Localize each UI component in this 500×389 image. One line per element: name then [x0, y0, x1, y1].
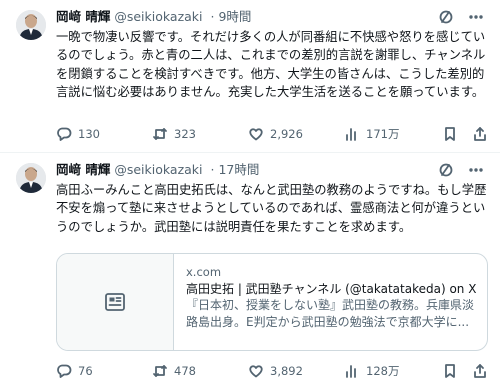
retweet-count: 323	[174, 127, 196, 141]
views-button[interactable]: 171万	[344, 126, 440, 142]
retweet-button[interactable]: 478	[152, 363, 248, 379]
avatar[interactable]	[16, 163, 46, 193]
article-icon	[105, 293, 125, 311]
more-icon[interactable]	[468, 162, 484, 178]
like-button[interactable]: 3,892	[248, 363, 344, 379]
retweet-icon	[153, 365, 167, 377]
reply-icon	[57, 127, 72, 141]
card-domain: x.com	[186, 265, 222, 279]
more-icon[interactable]	[468, 9, 484, 25]
tweet-actions: 76 478 3,892 128万	[56, 361, 488, 381]
views-icon	[346, 365, 356, 378]
timestamp[interactable]: · 9時間	[211, 9, 252, 24]
author-handle[interactable]: @seikiokazaki	[114, 9, 202, 24]
share-icon[interactable]	[472, 126, 488, 142]
card-title: 高田史拓 | 武田塾チャンネル (@takatatakeda) on X	[186, 281, 477, 296]
like-count: 2,926	[270, 127, 303, 141]
views-button[interactable]: 128万	[344, 363, 440, 379]
share-icon[interactable]	[472, 363, 488, 379]
link-card[interactable]: x.com 高田史拓 | 武田塾チャンネル (@takatatakeda) on…	[56, 253, 488, 351]
like-count: 3,892	[270, 364, 303, 378]
retweet-count: 478	[174, 364, 196, 378]
author-name[interactable]: 岡﨑 晴輝	[56, 9, 110, 24]
heart-icon	[249, 128, 263, 141]
timestamp[interactable]: · 17時間	[211, 162, 260, 177]
grok-icon[interactable]	[438, 162, 454, 178]
tweet-actions: 130 323 2,926 171万	[56, 124, 488, 144]
author-name[interactable]: 岡﨑 晴輝	[56, 162, 110, 177]
like-button[interactable]: 2,926	[248, 126, 344, 142]
grok-icon[interactable]	[438, 9, 454, 25]
author-handle[interactable]: @seikiokazaki	[114, 162, 202, 177]
retweet-button[interactable]: 323	[152, 126, 248, 142]
tweet-1[interactable]: 岡﨑 晴輝 @seikiokazaki · 9時間 一晩で物凄い反響です。それだけ…	[0, 0, 500, 152]
tweet-text: 高田ふーみんこと高田史拓氏は、なんと武田塾の教務のようですね。もし学歴不安を煽っ…	[56, 183, 487, 234]
reply-button[interactable]: 130	[56, 126, 152, 142]
reply-count: 76	[78, 364, 93, 378]
view-count: 128万	[366, 364, 400, 378]
heart-icon	[249, 365, 263, 378]
reply-count: 130	[78, 127, 100, 141]
retweet-icon	[153, 128, 167, 140]
reply-icon	[57, 364, 72, 378]
card-description: 『日本初、授業をしない塾』武田塾の教務。兵庫県淡路島出身。E判定から武田塾の勉強…	[186, 298, 475, 329]
bookmark-icon[interactable]	[442, 363, 458, 379]
views-icon	[346, 128, 356, 141]
avatar[interactable]	[16, 10, 46, 40]
card-thumbnail	[57, 254, 174, 350]
view-count: 171万	[366, 127, 400, 141]
tweet-text: 一晩で物凄い反響です。それだけ多くの人が同番組に不快感や怒りを感じているのでしょ…	[56, 30, 486, 99]
tweet-2[interactable]: 岡﨑 晴輝 @seikiokazaki · 17時間 高田ふーみんこと高田史拓氏は…	[0, 153, 500, 389]
reply-button[interactable]: 76	[56, 363, 152, 379]
bookmark-icon[interactable]	[442, 126, 458, 142]
